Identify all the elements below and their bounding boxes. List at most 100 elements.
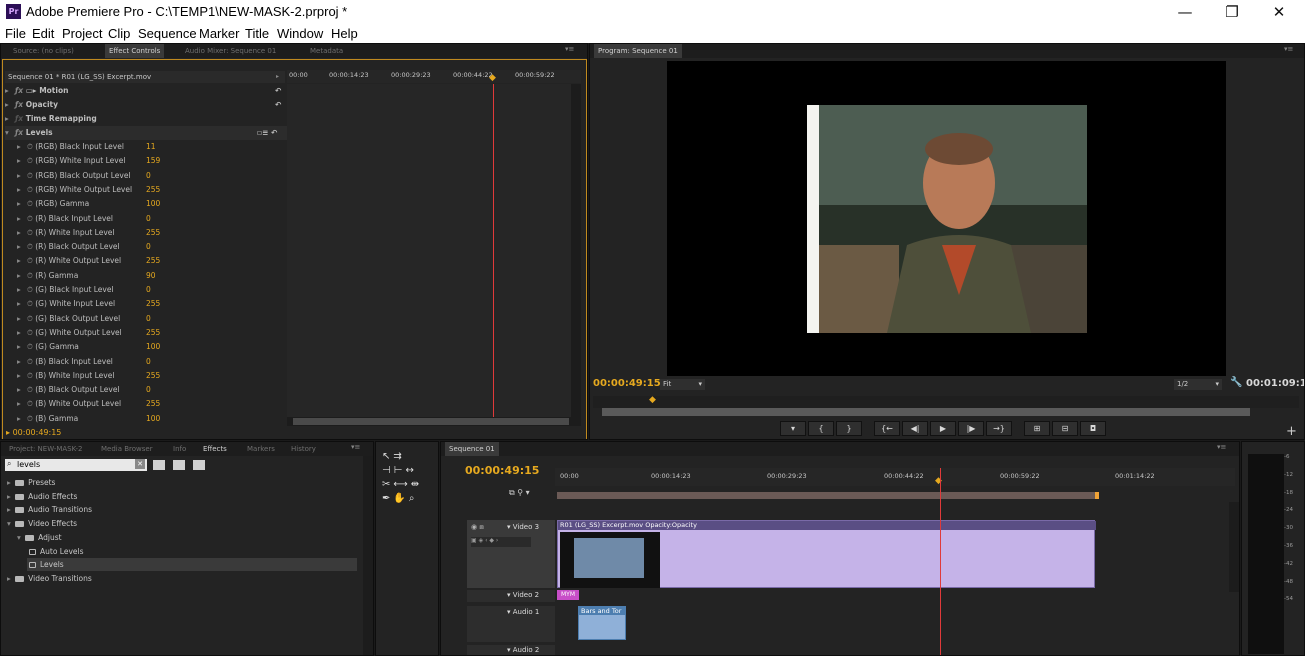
menu-marker[interactable]: Marker xyxy=(199,26,239,41)
param-value[interactable]: 100 xyxy=(146,412,160,426)
effects-tree-item[interactable]: ▸ Video Transitions xyxy=(7,572,357,585)
expand-arrow-icon[interactable]: ▸ xyxy=(17,197,27,211)
levels-param-row[interactable]: ▸ ⏱ (B) Gamma 100 xyxy=(17,412,299,426)
expand-arrow-icon[interactable]: ▸ xyxy=(7,478,13,487)
expand-arrow-icon[interactable]: ▸ xyxy=(17,226,27,240)
param-value[interactable]: 100 xyxy=(146,197,160,211)
reset-icon[interactable]: ↶ xyxy=(275,98,281,112)
video2-clip[interactable]: MYM xyxy=(557,590,579,600)
stopwatch-icon[interactable]: ⏱ xyxy=(27,199,35,208)
ec-vscroll[interactable] xyxy=(571,84,581,417)
stopwatch-icon[interactable]: ⏱ xyxy=(27,342,35,351)
levels-param-row[interactable]: ▸ ⏱ (R) White Output Level 255 xyxy=(17,254,299,268)
param-value[interactable]: 159 xyxy=(146,154,160,168)
mark-in-button[interactable]: { xyxy=(808,421,834,436)
playhead-marker-icon[interactable]: ◆ xyxy=(489,73,496,83)
panel-menu-icon[interactable]: ▾≡ xyxy=(351,443,360,451)
levels-param-row[interactable]: ▸ ⏱ (B) White Output Level 255 xyxy=(17,397,299,411)
timeline-playhead[interactable] xyxy=(940,468,941,655)
menu-edit[interactable]: Edit xyxy=(32,26,54,41)
timeline-ruler[interactable]: 00:00 00:00:14:23 00:00:29:23 00:00:44:2… xyxy=(555,468,1235,486)
stopwatch-icon[interactable]: ⏱ xyxy=(27,314,35,323)
param-value[interactable]: 0 xyxy=(146,355,151,369)
video2-track-header[interactable]: ▾ Video 2 xyxy=(467,590,555,602)
stopwatch-icon[interactable]: ⏱ xyxy=(27,185,35,194)
expand-arrow-icon[interactable]: ▸ xyxy=(17,169,27,183)
levels-param-row[interactable]: ▸ ⏱ (RGB) White Input Level 159 xyxy=(17,154,299,168)
tab-info[interactable]: Info xyxy=(169,442,190,456)
add-button[interactable]: + xyxy=(1286,424,1297,439)
param-value[interactable]: 0 xyxy=(146,169,151,183)
wrench-icon[interactable]: 🔧 xyxy=(1230,377,1242,388)
param-value[interactable]: 0 xyxy=(146,312,151,326)
stopwatch-icon[interactable]: ⏱ xyxy=(27,299,35,308)
tab-markers[interactable]: Markers xyxy=(243,442,279,456)
effects-search-input[interactable]: ⌕ levels ✕ xyxy=(5,459,147,471)
levels-param-row[interactable]: ▸ ⏱ (G) White Input Level 255 xyxy=(17,297,299,311)
expand-arrow-icon[interactable]: ▾ xyxy=(7,519,13,528)
program-mini-timeline[interactable]: ◆ xyxy=(593,395,1299,408)
ec-scrollbar[interactable] xyxy=(287,417,581,426)
levels-param-row[interactable]: ▸ ⏱ (RGB) White Output Level 255 xyxy=(17,183,299,197)
video-scrollbar[interactable] xyxy=(1229,502,1239,592)
param-value[interactable]: 100 xyxy=(146,340,160,354)
playhead-marker-icon[interactable]: ◆ xyxy=(649,395,656,405)
levels-param-row[interactable]: ▸ ⏱ (RGB) Gamma 100 xyxy=(17,197,299,211)
ec-scroll-thumb[interactable] xyxy=(293,418,569,425)
expand-arrow-icon[interactable]: ▸ xyxy=(17,355,27,369)
levels-param-row[interactable]: ▸ ⏱ (RGB) Black Output Level 0 xyxy=(17,169,299,183)
stopwatch-icon[interactable]: ⏱ xyxy=(27,414,35,423)
param-value[interactable]: 0 xyxy=(146,383,151,397)
expand-arrow-icon[interactable]: ▸ xyxy=(17,340,27,354)
minimize-button[interactable]: — xyxy=(1165,2,1205,22)
stopwatch-icon[interactable]: ⏱ xyxy=(27,242,35,251)
effects-tree-item[interactable]: ▸ Presets xyxy=(7,476,357,489)
mark-out-button[interactable]: } xyxy=(836,421,862,436)
expand-arrow-icon[interactable]: ▸ xyxy=(276,73,279,80)
slide-tool-icon[interactable]: ⇹ xyxy=(411,479,422,490)
work-area-bar[interactable] xyxy=(557,492,1097,499)
rate-stretch-tool-icon[interactable]: ↔ xyxy=(405,465,416,476)
snap-icon[interactable]: ⧉ ⚲ ▾ xyxy=(509,488,530,498)
tab-metadata[interactable]: Metadata xyxy=(306,44,347,58)
levels-param-row[interactable]: ▸ ⏱ (RGB) Black Input Level 11 xyxy=(17,140,299,154)
param-value[interactable]: 0 xyxy=(146,240,151,254)
param-value[interactable]: 255 xyxy=(146,397,160,411)
stopwatch-icon[interactable]: ⏱ xyxy=(27,228,35,237)
expand-arrow-icon[interactable]: ▸ xyxy=(17,140,27,154)
accelerated-effects-icon[interactable] xyxy=(153,460,165,470)
eye-icon[interactable]: ◉ ⧈ xyxy=(471,523,484,532)
ripple-edit-tool-icon[interactable]: ⊣ xyxy=(382,465,394,476)
selection-tool-icon[interactable]: ↖ xyxy=(382,451,393,462)
lift-button[interactable]: ⊞ xyxy=(1024,421,1050,436)
expand-arrow-icon[interactable]: ▸ xyxy=(17,312,27,326)
effect-time-remapping[interactable]: ▸ ƒx Time Remapping xyxy=(5,112,287,126)
audio1-track-header[interactable]: ▾ Audio 1 xyxy=(467,606,555,642)
settings-icon[interactable]: ▫≡ ↶ xyxy=(257,126,277,140)
expand-arrow-icon[interactable]: ▸ xyxy=(17,412,27,426)
expand-arrow-icon[interactable]: ▸ xyxy=(17,397,27,411)
clear-search-icon[interactable]: ✕ xyxy=(135,459,145,469)
stopwatch-icon[interactable]: ⏱ xyxy=(27,385,35,394)
tab-history[interactable]: History xyxy=(287,442,320,456)
video3-track-header[interactable]: ◉ ⧈ ▾ Video 3 ▣ ◈ ‹ ◆ › xyxy=(467,520,555,588)
stopwatch-icon[interactable]: ⏱ xyxy=(27,328,35,337)
param-value[interactable]: 90 xyxy=(146,269,156,283)
tab-program[interactable]: Program: Sequence 01 xyxy=(594,44,682,58)
levels-param-row[interactable]: ▸ ⏱ (R) Gamma 90 xyxy=(17,269,299,283)
stopwatch-icon[interactable]: ⏱ xyxy=(27,171,35,180)
levels-param-row[interactable]: ▸ ⏱ (G) Gamma 100 xyxy=(17,340,299,354)
expand-arrow-icon[interactable]: ▸ xyxy=(17,183,27,197)
tab-media-browser[interactable]: Media Browser xyxy=(97,442,157,456)
stopwatch-icon[interactable]: ⏱ xyxy=(27,142,35,151)
hand-tool-icon[interactable]: ✋ xyxy=(393,493,408,504)
resolution-dropdown[interactable]: 1/2 ▾ xyxy=(1174,379,1222,390)
effects-tree-item[interactable]: ▾ Video Effects xyxy=(7,517,357,530)
menu-clip[interactable]: Clip xyxy=(108,26,130,41)
audio2-track-header[interactable]: ▾ Audio 2 xyxy=(467,645,555,655)
param-value[interactable]: 0 xyxy=(146,212,151,226)
32bit-effects-icon[interactable] xyxy=(173,460,185,470)
play-button[interactable]: ▶ xyxy=(930,421,956,436)
expand-arrow-icon[interactable]: ▸ xyxy=(7,505,13,514)
panel-menu-icon[interactable]: ▾≡ xyxy=(1217,443,1226,451)
